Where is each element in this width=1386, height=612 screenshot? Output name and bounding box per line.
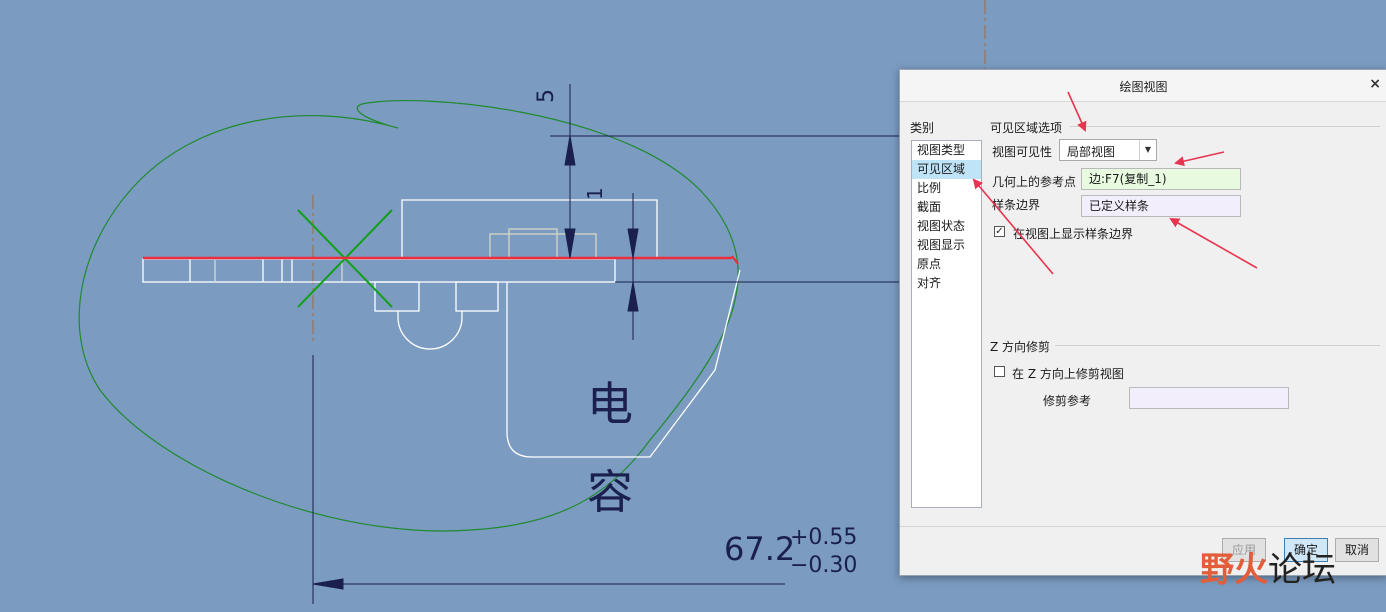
category-label: 类别 — [910, 121, 935, 135]
category-item-view-display[interactable]: 视图显示 — [912, 236, 981, 255]
visibility-select[interactable]: 局部视图 ▼ — [1059, 139, 1157, 161]
close-icon[interactable]: × — [1369, 76, 1381, 92]
z-section-divider — [1055, 345, 1380, 346]
visible-area-section-title: 可见区域选项 — [990, 121, 1063, 135]
category-item-section[interactable]: 截面 — [912, 198, 981, 217]
cancel-button[interactable]: 取消 — [1335, 538, 1379, 562]
section-divider — [1070, 126, 1380, 127]
component-label-1: 电 — [587, 377, 633, 431]
trim-ref-field[interactable] — [1129, 387, 1289, 409]
spline-boundary[interactable] — [78, 100, 739, 532]
category-item-view-state[interactable]: 视图状态 — [912, 217, 981, 236]
component-label-2: 容 — [587, 465, 633, 519]
drawing-view-dialog: 绘图视图 × 类别 视图类型 可见区域 比例 截面 视图状态 视图显示 原点 对… — [899, 69, 1386, 576]
dimension-small-text[interactable]: 1 — [583, 187, 607, 200]
dialog-title-bar[interactable]: 绘图视图 × — [900, 70, 1386, 102]
show-spline-label: 在视图上显示样条边界 — [1013, 227, 1134, 241]
spline-boundary-field[interactable]: 已定义样条 — [1081, 195, 1241, 217]
visibility-select-value: 局部视图 — [1067, 145, 1116, 159]
ref-point-field[interactable]: 边:F7(复制_1) — [1081, 168, 1241, 190]
part-outline[interactable] — [142, 199, 741, 458]
z-trim-label: 在 Z 方向上修剪视图 — [1012, 367, 1124, 381]
ref-point-label: 几何上的参考点 — [992, 175, 1077, 189]
chevron-down-icon[interactable]: ▼ — [1139, 140, 1156, 160]
category-list: 视图类型 可见区域 比例 截面 视图状态 视图显示 原点 对齐 — [911, 140, 982, 508]
dimension-vertical-text[interactable]: 5 — [534, 89, 559, 103]
button-bar-divider — [900, 526, 1386, 527]
watermark-part-1: 野火 — [1200, 550, 1268, 590]
category-item-scale[interactable]: 比例 — [912, 179, 981, 198]
category-item-view-type[interactable]: 视图类型 — [912, 141, 981, 160]
forum-watermark: 野火论坛 — [1200, 542, 1336, 591]
visibility-label: 视图可见性 — [992, 145, 1053, 159]
dialog-title: 绘图视图 — [1119, 80, 1168, 94]
tolerance-upper-text: +0.55 — [790, 525, 857, 550]
category-item-visible-area[interactable]: 可见区域 — [912, 160, 981, 179]
category-item-origin[interactable]: 原点 — [912, 255, 981, 274]
z-trim-section-title: Z 方向修剪 — [990, 340, 1051, 354]
tolerance-lower-text: −0.30 — [790, 553, 857, 578]
show-spline-checkbox[interactable]: ✓ — [994, 226, 1005, 237]
trim-ref-label: 修剪参考 — [1043, 394, 1092, 408]
watermark-part-2: 论坛 — [1268, 550, 1336, 590]
category-item-alignment[interactable]: 对齐 — [912, 274, 981, 293]
z-trim-checkbox[interactable] — [994, 366, 1005, 377]
spline-boundary-label: 样条边界 — [992, 198, 1041, 212]
dimension-main-text[interactable]: 67.2 — [724, 530, 795, 568]
